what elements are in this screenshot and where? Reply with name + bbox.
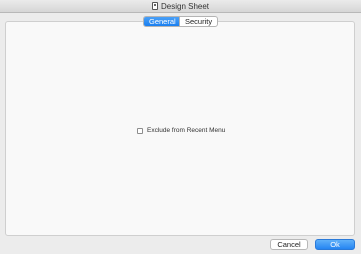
tab-general[interactable]: General bbox=[144, 17, 179, 26]
cancel-button[interactable]: Cancel bbox=[270, 239, 308, 250]
tab-bar: General Security bbox=[143, 16, 218, 27]
design-sheet-window: Design Sheet General Security Exclude fr… bbox=[0, 0, 361, 254]
exclude-recent-menu-checkbox[interactable] bbox=[137, 127, 143, 134]
title-group: Design Sheet bbox=[151, 1, 210, 11]
document-icon bbox=[151, 2, 158, 10]
ok-button[interactable]: Ok bbox=[315, 239, 355, 250]
title-bar[interactable]: Design Sheet bbox=[0, 0, 361, 13]
window-title: Design Sheet bbox=[160, 1, 210, 11]
exclude-recent-menu-label[interactable]: Exclude from Recent Menu bbox=[147, 127, 225, 134]
tab-security[interactable]: Security bbox=[179, 17, 217, 26]
exclude-recent-menu-option[interactable]: Exclude from Recent Menu bbox=[137, 127, 225, 134]
